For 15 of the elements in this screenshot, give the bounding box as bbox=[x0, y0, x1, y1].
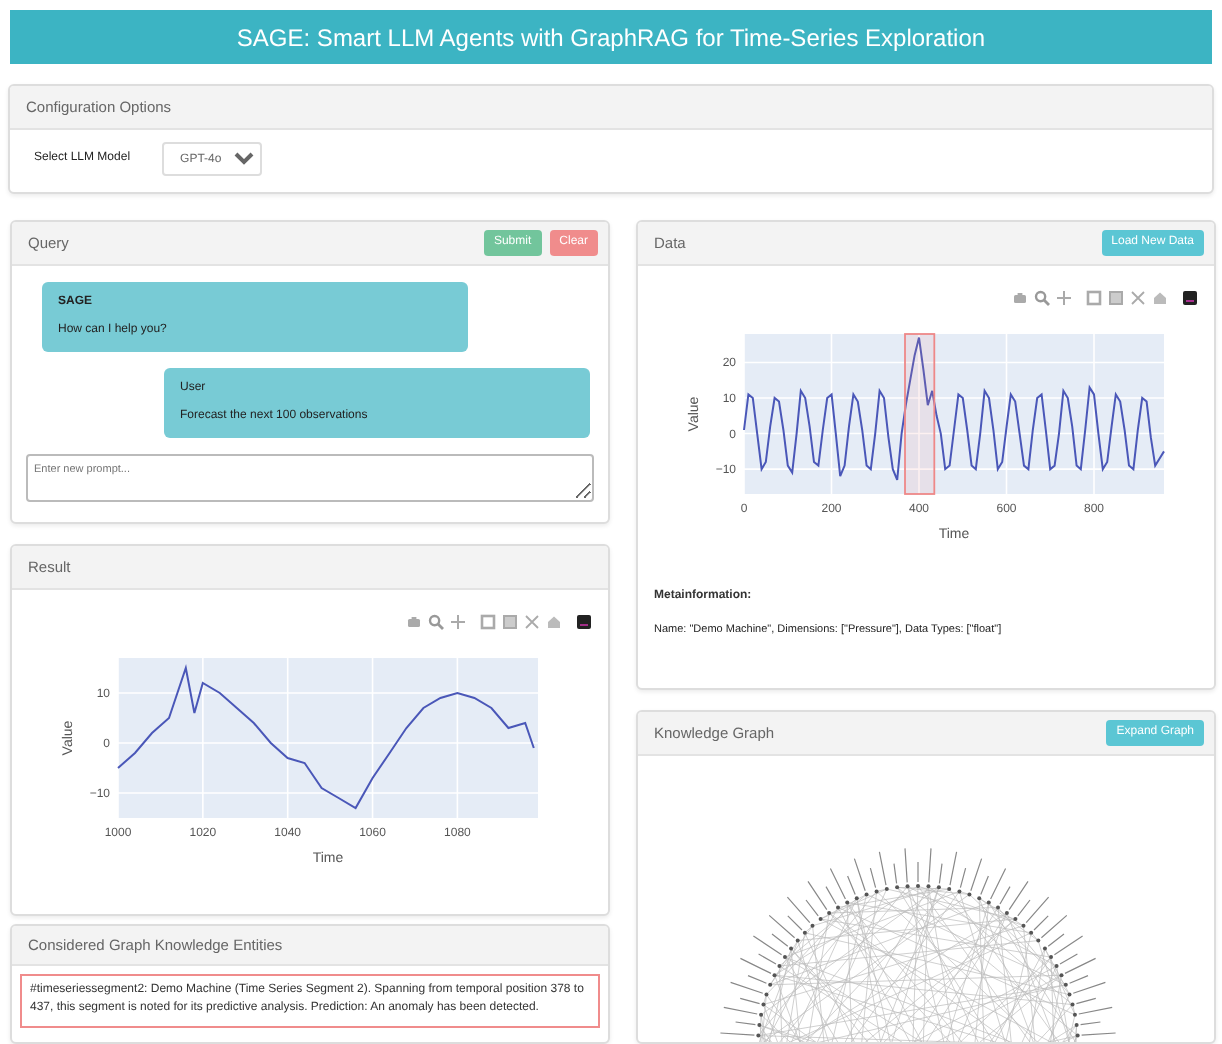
pan-icon[interactable] bbox=[450, 614, 466, 630]
zoom-icon[interactable] bbox=[1034, 290, 1050, 306]
zoom-icon[interactable] bbox=[428, 614, 444, 630]
pan-icon[interactable] bbox=[1056, 290, 1072, 306]
square-icon[interactable] bbox=[1086, 290, 1102, 306]
square-icon[interactable] bbox=[480, 614, 496, 630]
square-icon[interactable] bbox=[502, 614, 518, 630]
logo-icon[interactable] bbox=[576, 614, 592, 630]
home-icon[interactable] bbox=[546, 614, 562, 630]
app-title-bar: SAGE: Smart LLM Agents with GraphRAG for Time-Series Exploration bbox=[10, 10, 1212, 64]
camera-icon[interactable] bbox=[1012, 290, 1028, 306]
square-icon[interactable] bbox=[1108, 290, 1124, 306]
camera-icon[interactable] bbox=[406, 614, 422, 630]
home-icon[interactable] bbox=[1152, 290, 1168, 306]
logo-icon[interactable] bbox=[1182, 290, 1198, 306]
